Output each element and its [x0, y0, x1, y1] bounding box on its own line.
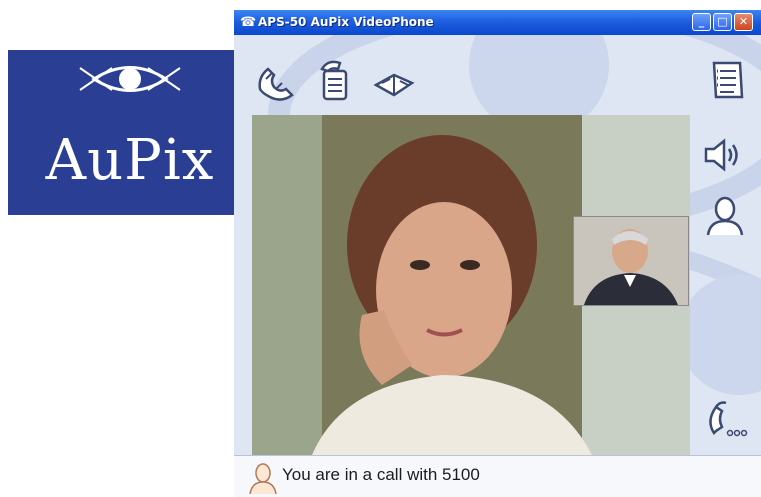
contact-list-icon: [712, 61, 744, 99]
phone-icon: ☎: [240, 15, 257, 30]
dial-pad-button[interactable]: [704, 397, 748, 441]
aupix-logo: AuPix: [8, 50, 252, 215]
speaker-icon: [704, 138, 738, 172]
speaker-button[interactable]: [700, 133, 744, 177]
minimize-button[interactable]: _: [692, 13, 711, 31]
call-status-text: You are in a call with 5100: [282, 465, 480, 484]
maximize-icon: □: [717, 15, 728, 28]
local-video-preview: [573, 216, 689, 306]
videophone-window: ☎ APS-50 AuPix VideoPhone _ □ ✕ You are …: [234, 10, 761, 497]
phonebook-button[interactable]: [372, 61, 418, 107]
minimize-icon: _: [698, 15, 705, 28]
title-bar[interactable]: ☎ APS-50 AuPix VideoPhone _ □ ✕: [234, 10, 761, 35]
dial-pad-icon: [709, 401, 748, 437]
phonebook-icon: [373, 73, 415, 97]
answer-handset-button[interactable]: [312, 57, 358, 103]
status-bar: You are in a call with 5100: [234, 455, 761, 497]
contact-icon: [706, 196, 744, 236]
hangup-handset-icon: [258, 67, 294, 101]
close-button[interactable]: ✕: [734, 13, 753, 31]
window-content: [234, 35, 761, 455]
contact-button[interactable]: [702, 195, 746, 239]
contact-list-button[interactable]: [704, 57, 750, 103]
remote-video-feed: [252, 115, 690, 455]
person-icon: [249, 463, 277, 494]
logo-wordmark: AuPix: [45, 128, 215, 193]
close-icon: ✕: [738, 15, 749, 28]
hangup-handset-button[interactable]: [252, 59, 298, 105]
answer-handset-icon: [320, 60, 348, 101]
local-caller-image: [574, 217, 688, 305]
window-title: APS-50 AuPix VideoPhone: [258, 15, 434, 29]
maximize-button[interactable]: □: [713, 13, 732, 31]
